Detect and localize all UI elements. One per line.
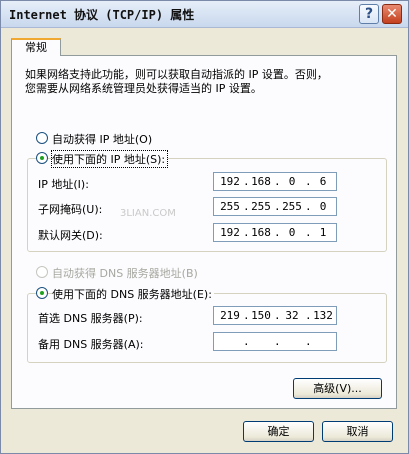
ip-address-octet-1: 192 — [220, 175, 240, 188]
ip-address-input[interactable]: 192 . 168 . 0 . 6 — [213, 172, 337, 191]
octet-separator: . — [274, 335, 281, 348]
subnet-mask-octet-2: 255 — [251, 200, 271, 213]
default-gateway-octet-2: 168 — [251, 226, 271, 239]
default-gateway-label: 默认网关(D): — [38, 229, 103, 242]
default-gateway-input[interactable]: 192 . 168 . 0 . 1 — [213, 223, 337, 242]
close-button[interactable]: ✕ — [382, 4, 402, 24]
description-text: 如果网络支持此功能，则可以获取自动指派的 IP 设置。否则， 您需要从网络系统管… — [25, 68, 328, 95]
alternate-dns-label: 备用 DNS 服务器(A): — [38, 338, 144, 351]
subnet-mask-label: 子网掩码(U): — [38, 203, 103, 216]
subnet-mask-octet-4: 0 — [319, 200, 327, 213]
radio-manual-ip-label[interactable]: 使用下面的 IP 地址(S): — [50, 150, 169, 168]
preferred-dns-input[interactable]: 219 . 150 . 32 . 132 — [213, 306, 337, 325]
advanced-button[interactable]: 高级(V)... — [293, 378, 382, 399]
subnet-mask-octet-3: 255 — [282, 200, 302, 213]
subnet-mask-octet-1: 255 — [220, 200, 240, 213]
default-gateway-octet-3: 0 — [288, 226, 296, 239]
ip-address-octet-2: 168 — [251, 175, 271, 188]
subnet-mask-input[interactable]: 255 . 255 . 255 . 0 — [213, 197, 337, 216]
radio-manual-dns[interactable] — [36, 287, 48, 299]
watermark: 3LIAN.COM — [120, 208, 176, 219]
radio-auto-ip-label[interactable]: 自动获得 IP 地址(O) — [52, 131, 152, 147]
radio-manual-ip[interactable] — [36, 152, 48, 164]
cancel-button[interactable]: 取消 — [322, 421, 393, 442]
octet-separator: . — [305, 335, 312, 348]
ip-address-label: IP 地址(I): — [38, 178, 89, 191]
title-bar: Internet 协议 (TCP/IP) 属性 ? ✕ — [1, 1, 408, 28]
ip-address-octet-4: 6 — [319, 175, 327, 188]
preferred-dns-octet-1: 219 — [220, 309, 240, 322]
preferred-dns-octet-4: 132 — [313, 309, 333, 322]
radio-auto-dns-label[interactable]: 自动获得 DNS 服务器地址(B) — [52, 265, 198, 281]
tab-general[interactable]: 常规 — [11, 38, 61, 56]
preferred-dns-label: 首选 DNS 服务器(P): — [38, 312, 143, 325]
alternate-dns-input[interactable]: . . . — [213, 332, 337, 351]
octet-separator: . — [243, 335, 250, 348]
preferred-dns-octet-2: 150 — [251, 309, 271, 322]
ip-address-octet-3: 0 — [288, 175, 296, 188]
preferred-dns-octet-3: 32 — [285, 309, 299, 322]
ok-button[interactable]: 确定 — [243, 421, 314, 442]
help-button[interactable]: ? — [359, 4, 379, 24]
radio-auto-dns[interactable] — [36, 266, 48, 278]
radio-auto-ip[interactable] — [36, 132, 48, 144]
default-gateway-octet-4: 1 — [319, 226, 327, 239]
window-title: Internet 协议 (TCP/IP) 属性 — [9, 8, 195, 22]
default-gateway-octet-1: 192 — [220, 226, 240, 239]
dns-server-group — [27, 293, 387, 363]
radio-manual-dns-label[interactable]: 使用下面的 DNS 服务器地址(E): — [52, 286, 214, 302]
